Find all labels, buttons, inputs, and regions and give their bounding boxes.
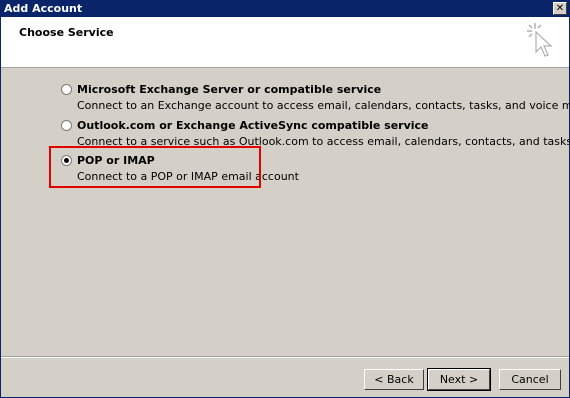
cancel-button[interactable]: Cancel xyxy=(499,369,561,390)
option-outlook-activesync-label[interactable]: Outlook.com or Exchange ActiveSync compa… xyxy=(77,119,429,132)
footer-separator xyxy=(1,356,569,358)
radio-outlook-activesync[interactable] xyxy=(61,120,72,131)
next-button[interactable]: Next > xyxy=(427,368,491,391)
wizard-header: Choose Service xyxy=(1,17,569,68)
option-exchange-label[interactable]: Microsoft Exchange Server or compatible … xyxy=(77,83,381,96)
highlight-box xyxy=(49,146,261,188)
option-exchange-description: Connect to an Exchange account to access… xyxy=(77,99,570,112)
add-account-dialog: Add Account ✕ Choose Service Microsoft E… xyxy=(0,0,570,398)
back-button[interactable]: < Back xyxy=(364,369,424,390)
cursor-sparkle-icon xyxy=(527,23,553,57)
page-title: Choose Service xyxy=(19,26,114,39)
radio-exchange[interactable] xyxy=(61,84,72,95)
close-button[interactable]: ✕ xyxy=(553,2,567,15)
close-icon: ✕ xyxy=(555,3,565,14)
window-title: Add Account xyxy=(4,2,83,15)
title-bar[interactable]: Add Account ✕ xyxy=(1,1,569,17)
